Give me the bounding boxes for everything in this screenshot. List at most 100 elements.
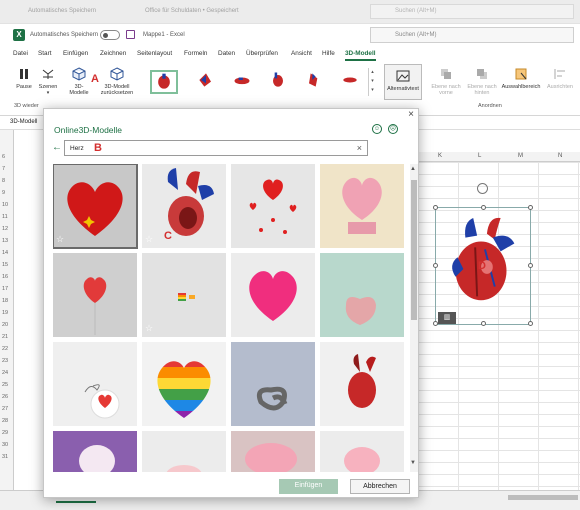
tab-3d-modell[interactable]: 3D-Modell: [345, 50, 376, 61]
search-box[interactable]: Suchen (Alt+M): [370, 4, 574, 19]
resize-handle[interactable]: [528, 205, 533, 210]
realistic-heart-thumb-icon: [320, 342, 404, 426]
tab-hilfe[interactable]: Hilfe: [322, 50, 335, 57]
3d-view-gallery: ▴ ▾ ▾: [148, 68, 376, 96]
row-number: 16: [2, 274, 9, 280]
clear-search-icon[interactable]: ×: [357, 143, 362, 153]
alt-text-button[interactable]: Alternativtext: [384, 64, 422, 100]
small-rainbow-heart-thumb-icon: [142, 253, 226, 337]
row-number: 7: [2, 166, 6, 172]
horizontal-scrollbar[interactable]: [508, 495, 578, 500]
scroll-up-icon[interactable]: ▲: [410, 166, 416, 172]
result-tile[interactable]: [320, 164, 404, 248]
result-tile[interactable]: ☆ C: [142, 164, 226, 248]
insert-button[interactable]: Einfügen: [279, 479, 338, 494]
tab-start[interactable]: Start: [38, 50, 52, 57]
row-number: 21: [2, 334, 9, 340]
result-tile[interactable]: [320, 342, 404, 426]
result-tile[interactable]: [320, 253, 404, 337]
autosave-toggle[interactable]: [100, 30, 120, 40]
result-tile[interactable]: [231, 164, 315, 248]
row-number: 24: [2, 370, 9, 376]
result-tile[interactable]: [53, 431, 137, 472]
close-icon[interactable]: ×: [408, 109, 414, 120]
result-tile[interactable]: [53, 342, 137, 426]
pause-button[interactable]: Pause: [14, 67, 34, 90]
resize-handle[interactable]: [528, 263, 533, 268]
tab-formeln[interactable]: Formeln: [184, 50, 207, 57]
feedback-smile-icon[interactable]: ☺: [372, 124, 382, 134]
tab-seitenlayout[interactable]: Seitenlayout: [137, 50, 172, 57]
tab-ueberpruefen[interactable]: Überprüfen: [246, 50, 278, 57]
result-tile[interactable]: [231, 342, 315, 426]
reset-3d-model-button[interactable]: 3D-Modell zurücksetzen: [96, 67, 138, 96]
row-number: 14: [2, 250, 9, 256]
row-number: 17: [2, 286, 9, 292]
gallery-item-view-1[interactable]: [150, 70, 178, 94]
result-tile[interactable]: [320, 431, 404, 472]
resize-handle[interactable]: [481, 321, 486, 326]
tab-daten[interactable]: Daten: [218, 50, 235, 57]
row-number: 30: [2, 442, 9, 448]
result-tile[interactable]: [142, 431, 226, 472]
search-box[interactable]: Suchen (Alt+M): [370, 27, 574, 43]
send-backward-button[interactable]: Ebene nach hinten: [464, 67, 500, 96]
column-letter: N: [558, 153, 563, 159]
bring-forward-button[interactable]: Ebene nach vorne: [428, 67, 464, 96]
heart-thumb-icon: [142, 431, 226, 472]
row-number: 25: [2, 382, 9, 388]
cube-icon: [72, 67, 86, 81]
gallery-item-view-5[interactable]: [302, 70, 330, 94]
heart-model-thumb-icon: [343, 77, 357, 83]
autosave-label: Automatisches Speichern: [28, 8, 97, 14]
save-icon[interactable]: [126, 30, 135, 39]
cancel-button[interactable]: Abbrechen: [350, 479, 410, 494]
inserted-3d-model[interactable]: D ▥: [433, 205, 533, 326]
result-tile[interactable]: [231, 431, 315, 472]
tab-datei[interactable]: Datei: [13, 50, 28, 57]
result-tile[interactable]: ☆: [142, 253, 226, 337]
tab-ansicht[interactable]: Ansicht: [291, 50, 312, 57]
result-tile[interactable]: [231, 253, 315, 337]
resize-handle[interactable]: [481, 205, 486, 210]
row-number: 22: [2, 346, 9, 352]
rotate-handle-icon[interactable]: [477, 183, 488, 194]
gallery-scroll[interactable]: ▴ ▾ ▾: [368, 68, 376, 96]
result-tile[interactable]: ☆: [53, 164, 138, 249]
resize-handle[interactable]: [528, 321, 533, 326]
ribbon-tabs: Datei Start Einfügen Zeichnen Seitenlayo…: [0, 46, 580, 62]
resize-handle[interactable]: [433, 205, 438, 210]
gallery-item-view-3[interactable]: [230, 70, 258, 94]
row-number: 8: [2, 178, 6, 184]
column-letter: L: [478, 153, 482, 159]
row-number: 26: [2, 394, 9, 400]
gallery-item-view-6[interactable]: [338, 70, 366, 94]
feedback-frown-icon[interactable]: ☹: [388, 124, 398, 134]
online-3d-models-dialog: × Online3D-Modelle ☺ ☹ ← Herz × B ☆ ☆ C …: [43, 108, 419, 498]
pink-heart-thumb-icon: [231, 253, 315, 337]
gallery-item-view-4[interactable]: [266, 70, 294, 94]
3d-rotate-icon[interactable]: ▥: [438, 312, 456, 324]
resize-handle[interactable]: [433, 263, 438, 268]
back-arrow-icon[interactable]: ←: [52, 142, 62, 153]
scenes-button[interactable]: Szenen ▾: [36, 67, 60, 96]
tab-einfuegen[interactable]: Einfügen: [63, 50, 88, 57]
tab-zeichnen[interactable]: Zeichnen: [100, 50, 126, 57]
search-input[interactable]: Herz ×: [64, 140, 368, 156]
autosave-label: Automatisches Speichern: [30, 32, 99, 38]
gallery-item-view-2[interactable]: [194, 70, 222, 94]
document-title: Mappe1 - Excel: [143, 32, 185, 38]
name-box[interactable]: 3D-Modell: [8, 117, 48, 129]
result-tile[interactable]: [142, 342, 226, 426]
heart-model-thumb-icon: [199, 73, 211, 87]
row-number: 20: [2, 322, 9, 328]
3d-models-button[interactable]: 3D- Modelle: [66, 67, 92, 96]
result-tile[interactable]: [53, 253, 137, 337]
heart-balloon-thumb-icon: [53, 253, 137, 337]
results-scrollbar[interactable]: ▲ ▼: [410, 164, 418, 472]
scroll-thumb[interactable]: [411, 180, 417, 320]
scroll-down-icon[interactable]: ▼: [410, 460, 416, 466]
align-button[interactable]: Ausrichten: [544, 67, 576, 90]
selection-pane-button[interactable]: Auswahlbereich: [500, 67, 542, 90]
column-letter: M: [518, 153, 523, 159]
